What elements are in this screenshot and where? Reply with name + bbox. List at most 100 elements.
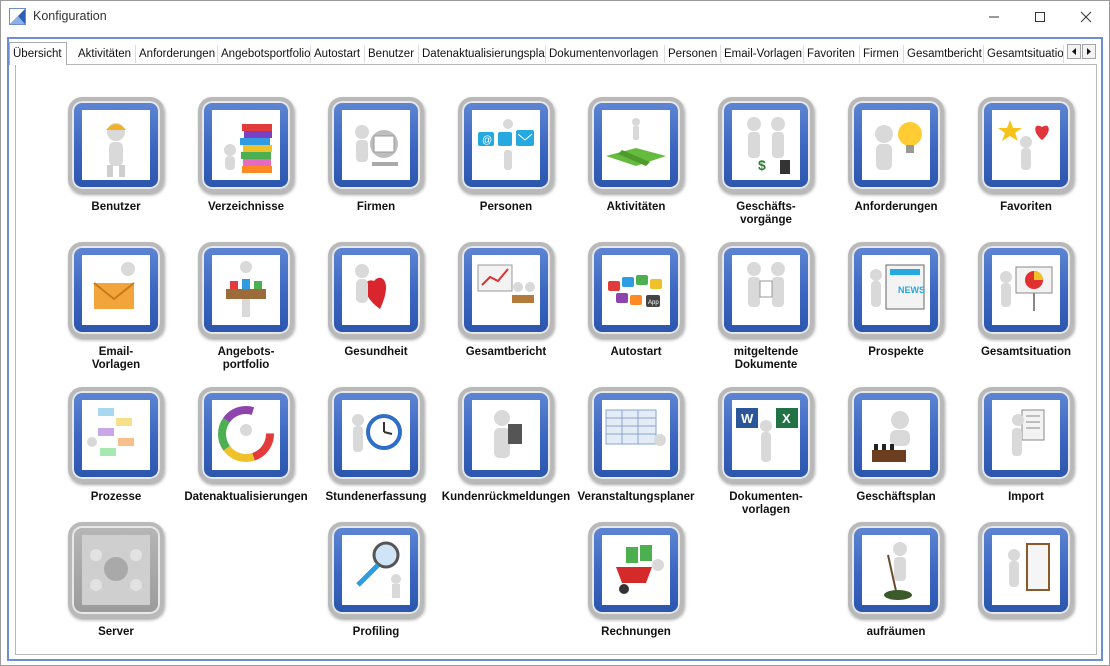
tile-tray[interactable]: Angebots- portfolio bbox=[181, 242, 311, 382]
tile-label: Autostart bbox=[610, 346, 662, 358]
maximize-button[interactable] bbox=[1017, 1, 1063, 32]
tab-scroll-left-button[interactable] bbox=[1067, 44, 1081, 59]
tab-12[interactable]: Gesamtbericht bbox=[904, 45, 984, 63]
tile-money-wheelbarrow[interactable]: Rechnungen bbox=[571, 522, 701, 662]
tile-button[interactable] bbox=[68, 242, 164, 338]
tab-1[interactable]: Aktivitäten bbox=[75, 45, 136, 63]
tile-clipboard[interactable]: Kundenrückmeldungen bbox=[441, 387, 571, 527]
tile-button[interactable] bbox=[328, 522, 424, 618]
tile-chess[interactable]: Geschäftsplan bbox=[831, 387, 961, 527]
tab-3[interactable]: Angebotsportfolio bbox=[218, 45, 311, 63]
color-cycle-icon bbox=[212, 400, 280, 470]
tile-envelope[interactable]: Email- Vorlagen bbox=[51, 242, 181, 382]
app-keys-icon: App bbox=[602, 255, 670, 325]
tile-button[interactable] bbox=[978, 522, 1074, 618]
word-excel-icon: WX bbox=[732, 400, 800, 470]
tile-network-people[interactable]: Server bbox=[51, 522, 181, 662]
chess-icon bbox=[862, 400, 930, 470]
tile-import-list[interactable]: Import bbox=[961, 387, 1091, 527]
tile-label: Server bbox=[98, 626, 134, 638]
document-handover-icon bbox=[732, 255, 800, 325]
tab-9[interactable]: Email-Vorlagen bbox=[721, 45, 804, 63]
tile-button[interactable] bbox=[198, 97, 294, 193]
tile-magnifier[interactable]: Profiling bbox=[311, 522, 441, 662]
tile-button[interactable] bbox=[978, 387, 1074, 483]
tile-button[interactable] bbox=[68, 97, 164, 193]
tile-word-excel[interactable]: W X Dokumenten- vorlagen bbox=[701, 387, 831, 527]
tile-button[interactable]: WX bbox=[718, 387, 814, 483]
tile-worker-helmet[interactable]: Benutzer bbox=[51, 97, 181, 237]
tile-heart[interactable]: Gesundheit bbox=[311, 242, 441, 382]
tile-flowchart[interactable]: Prozesse bbox=[51, 387, 181, 527]
tile-button[interactable] bbox=[458, 387, 554, 483]
svg-text:X: X bbox=[782, 411, 791, 426]
maximize-icon bbox=[1035, 11, 1045, 22]
tile-button[interactable] bbox=[588, 387, 684, 483]
tile-color-cycle[interactable]: Datenaktualisierungen bbox=[181, 387, 311, 527]
tile-button[interactable] bbox=[588, 522, 684, 618]
tab-13[interactable]: Gesamtsituation bbox=[984, 45, 1064, 63]
tile-alarm-clock[interactable]: Stundenerfassung bbox=[311, 387, 441, 527]
tile-button[interactable] bbox=[978, 97, 1074, 193]
tile-button[interactable] bbox=[848, 97, 944, 193]
tile-handshake[interactable]: $ Geschäfts- vorgänge bbox=[701, 97, 831, 237]
tab-0[interactable]: Übersicht bbox=[9, 42, 67, 65]
tab-5[interactable]: Benutzer bbox=[365, 45, 419, 63]
minimize-icon bbox=[989, 16, 999, 17]
tab-7[interactable]: Dokumentenvorlagen bbox=[546, 45, 665, 63]
tile-rolodex[interactable]: Firmen bbox=[311, 97, 441, 237]
minimize-button[interactable] bbox=[971, 1, 1017, 32]
close-button[interactable] bbox=[1063, 1, 1109, 32]
tile-light-bulb[interactable]: Anforderungen bbox=[831, 97, 961, 237]
tab-11[interactable]: Firmen bbox=[860, 45, 904, 63]
tile-button[interactable] bbox=[848, 387, 944, 483]
tile-button[interactable] bbox=[978, 242, 1074, 338]
tile-label: Gesundheit bbox=[344, 346, 408, 358]
tile-button[interactable] bbox=[328, 387, 424, 483]
tab-10[interactable]: Favoriten bbox=[804, 45, 860, 63]
svg-text:NEWS: NEWS bbox=[898, 285, 925, 295]
tile-button[interactable]: @ bbox=[458, 97, 554, 193]
tab-6[interactable]: Datenaktualisierungsplan bbox=[419, 45, 546, 63]
tile-label: Import bbox=[1008, 491, 1044, 503]
tile-contact-channels[interactable]: @ Personen bbox=[441, 97, 571, 237]
tile-button[interactable] bbox=[718, 242, 814, 338]
tile-newspaper[interactable]: NEWS Prospekte bbox=[831, 242, 961, 382]
tile-broom[interactable]: aufräumen bbox=[831, 522, 961, 662]
tile-button[interactable] bbox=[458, 242, 554, 338]
tile-label: Personen bbox=[479, 201, 533, 213]
tile-button[interactable]: App bbox=[588, 242, 684, 338]
tile-calendar-grid[interactable]: Veranstaltungsplaner bbox=[571, 387, 701, 527]
title-bar[interactable]: Konfiguration bbox=[1, 1, 1109, 33]
tile-button[interactable] bbox=[328, 97, 424, 193]
worker-helmet-icon bbox=[82, 110, 150, 180]
money-wheelbarrow-icon bbox=[602, 535, 670, 605]
tile-button[interactable] bbox=[198, 387, 294, 483]
envelope-icon bbox=[82, 255, 150, 325]
tile-document-handover[interactable]: mitgeltende Dokumente bbox=[701, 242, 831, 382]
tile-button[interactable] bbox=[68, 387, 164, 483]
tile-star-heart[interactable]: Favoriten bbox=[961, 97, 1091, 237]
tile-button[interactable]: $ bbox=[718, 97, 814, 193]
tile-crossroads[interactable]: Aktivitäten bbox=[571, 97, 701, 237]
tile-label: aufräumen bbox=[866, 626, 926, 638]
tab-2[interactable]: Anforderungen bbox=[136, 45, 218, 63]
tile-presentation[interactable]: Gesamtbericht bbox=[441, 242, 571, 382]
tab-scroll-right-button[interactable] bbox=[1082, 44, 1096, 59]
tab-4[interactable]: Autostart bbox=[311, 45, 365, 63]
tile-exit-door[interactable] bbox=[961, 522, 1091, 662]
tile-label: Aktivitäten bbox=[606, 201, 666, 213]
tab-8[interactable]: Personen bbox=[665, 45, 721, 63]
tray-icon bbox=[212, 255, 280, 325]
tile-button[interactable] bbox=[848, 522, 944, 618]
tile-button[interactable] bbox=[68, 522, 164, 618]
tile-app-keys[interactable]: App Autostart bbox=[571, 242, 701, 382]
tile-button[interactable] bbox=[198, 242, 294, 338]
tile-button[interactable] bbox=[328, 242, 424, 338]
tile-button[interactable]: NEWS bbox=[848, 242, 944, 338]
tile-label: Geschäftsplan bbox=[856, 491, 936, 503]
tile-books-stack[interactable]: Verzeichnisse bbox=[181, 97, 311, 237]
arrow-left-icon bbox=[1072, 48, 1076, 55]
tile-button[interactable] bbox=[588, 97, 684, 193]
tile-pie-board[interactable]: Gesamtsituation bbox=[961, 242, 1091, 382]
